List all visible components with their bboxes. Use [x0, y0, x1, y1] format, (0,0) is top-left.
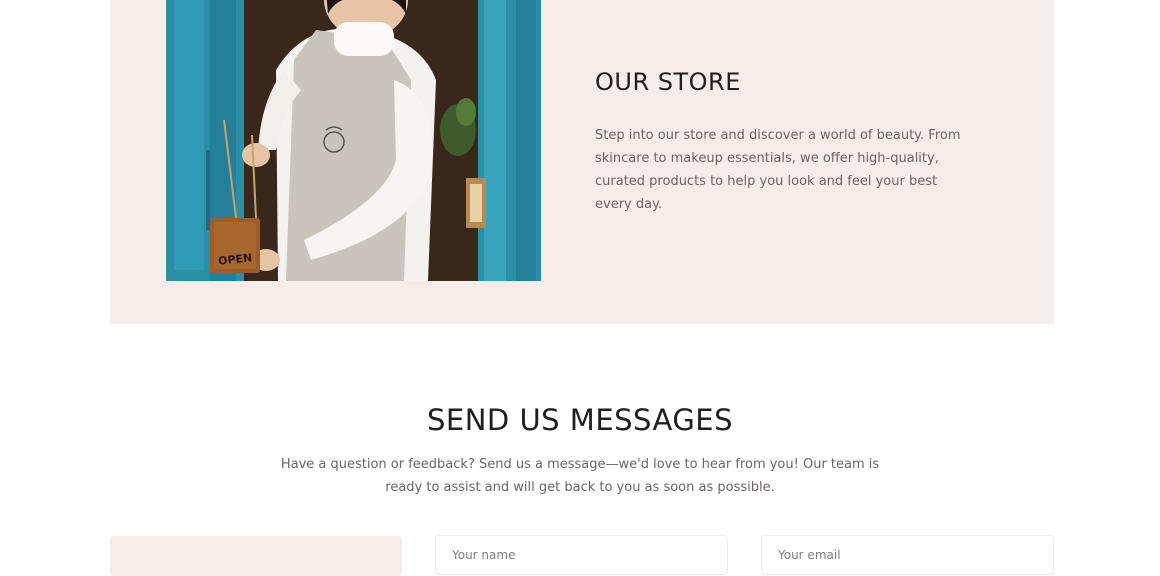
contact-info-card — [110, 536, 402, 576]
send-messages-title: SEND US MESSAGES — [426, 403, 734, 437]
send-messages-description: Have a question or feedback? Send us a m… — [280, 457, 880, 495]
our-store-title: OUR STORE — [595, 68, 741, 96]
email-input[interactable] — [761, 535, 1054, 575]
our-store-description: Step into our store and discover a world… — [595, 128, 961, 212]
store-photo: OPEN — [166, 0, 541, 281]
store-photo-illustration: OPEN — [166, 0, 541, 281]
name-input[interactable] — [435, 535, 728, 575]
